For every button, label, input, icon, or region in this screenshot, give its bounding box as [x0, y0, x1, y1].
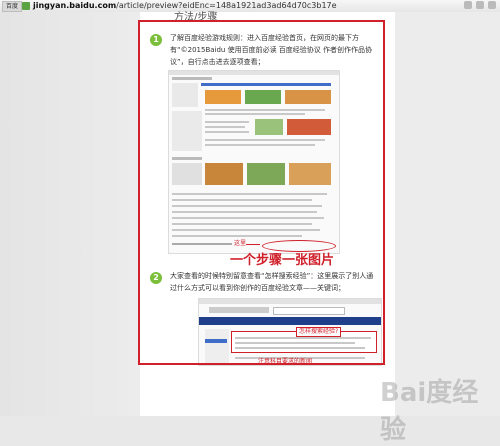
page-margin-left	[0, 12, 140, 416]
site-badge: 百度	[2, 1, 22, 12]
page-margin-right	[395, 12, 500, 416]
security-shield-icon	[22, 2, 30, 10]
article-highlight-frame	[138, 20, 385, 365]
bookmark-icon[interactable]	[464, 1, 472, 9]
menu-icon[interactable]	[488, 1, 496, 9]
watermark: Bai度经验	[380, 378, 479, 445]
url-text[interactable]: jingyan.baidu.com/article/preview?eidEnc…	[33, 0, 337, 12]
extension-icon[interactable]	[476, 1, 484, 9]
